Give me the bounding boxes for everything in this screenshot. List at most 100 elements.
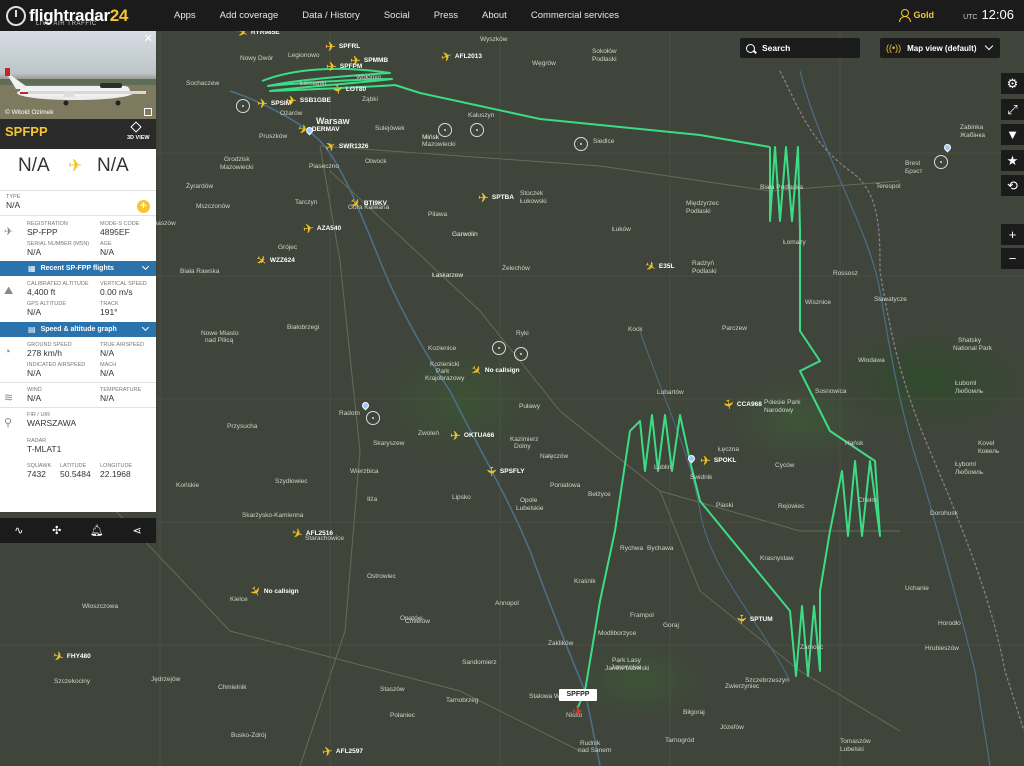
airplane-icon: ✈ (438, 47, 455, 66)
city-label: Sokołów (592, 48, 617, 55)
favorites-button[interactable]: ★ (1001, 150, 1024, 171)
city-label: Bychawa (647, 545, 674, 552)
aircraft-marker[interactable]: ✈ AFL2013 (438, 47, 482, 66)
clock-zone: UTC (963, 14, 978, 21)
radar-icon (6, 5, 26, 26)
nav-commercial-services[interactable]: Commercial services (531, 10, 619, 21)
aircraft-marker[interactable]: ✈ OKTUA66 (450, 429, 494, 442)
speed-altitude-graph-toggle[interactable]: ▤ Speed & altitude graph (0, 322, 156, 337)
map-view-dropdown[interactable]: ((•)) Map view (default) (880, 38, 1000, 58)
city-label: Zabinka (960, 124, 984, 131)
aircraft-marker[interactable]: ✈ DERMAV (296, 121, 340, 139)
airplane-icon: ✈ (733, 614, 749, 625)
aircraft-marker[interactable]: ✈ BTI9KV (346, 194, 387, 212)
route-icon[interactable]: ∿ (14, 524, 23, 537)
city-label: Radom (339, 410, 360, 417)
bell-icon[interactable]: 🔔︎ (90, 524, 104, 537)
indicated-airspeed-value: N/A (27, 368, 42, 378)
airplane-icon: ✈ (720, 397, 737, 412)
search-button[interactable]: Search (740, 38, 860, 58)
aircraft-marker[interactable]: ✈ LOT80 (329, 83, 366, 96)
aircraft-marker[interactable]: ✈ FHY480 (51, 648, 91, 666)
selected-aircraft-icon[interactable]: ✈ (572, 703, 584, 720)
aircraft-marker[interactable]: ✈ SPTUM (733, 613, 773, 626)
city-label: Grodzisk (224, 156, 250, 163)
nav-add-coverage[interactable]: Add coverage (220, 10, 279, 21)
city-label: Goraj (663, 622, 679, 629)
view-3d-button[interactable]: 3D VIEW (127, 135, 150, 141)
clock-time: 12:06 (981, 7, 1014, 22)
city-label: Ryki (516, 330, 529, 337)
aircraft-marker[interactable]: ✈ AFL2597 (321, 743, 363, 760)
city-label: Skarżysko-Kamienna (242, 512, 304, 519)
destination-airport: N/A (97, 155, 129, 176)
city-label: Zaklików (548, 640, 574, 647)
city-label: Skaryszew (373, 440, 405, 447)
zoom-out-button[interactable]: − (1001, 248, 1024, 269)
nav-apps[interactable]: Apps (174, 10, 196, 21)
nav-about[interactable]: About (482, 10, 507, 21)
city-label: Brest (905, 160, 921, 167)
aircraft-marker[interactable]: ✈ CCA968 (720, 397, 762, 412)
aircraft-marker[interactable]: ✈ SWR1326 (321, 137, 369, 156)
aircraft-marker[interactable]: ✈ SPSFLY (484, 465, 525, 478)
city-label: Park (436, 368, 450, 375)
city-label: Annopol (495, 600, 519, 607)
zoom-in-button[interactable]: + (1001, 224, 1024, 245)
selected-aircraft-label[interactable]: SPFPP (559, 689, 597, 701)
flightradar24-logo[interactable]: flightradar24 LIVE AIR TRAFFIC (6, 0, 164, 31)
city-label: Nałęczów (540, 453, 569, 460)
airport-marker[interactable] (686, 453, 697, 464)
city-label: Tarczyn (295, 199, 318, 206)
aircraft-marker[interactable]: ✈ SPFRL (325, 40, 360, 53)
close-icon[interactable]: ✕ (144, 32, 153, 45)
aircraft-callsign-label: No callsign (484, 367, 520, 374)
city-label: Janowskie (611, 664, 642, 671)
city-label: Zwierzyniec (725, 683, 760, 690)
recent-flights-toggle[interactable]: ▦ Recent SP-FPP flights (0, 261, 156, 276)
playback-button[interactable]: ⟲ (1001, 175, 1024, 196)
city-label: Polesie Park (764, 399, 801, 406)
city-label: Rossosz (833, 270, 858, 277)
aircraft-marker[interactable]: ✈ SPFPM (326, 60, 362, 73)
nav-social[interactable]: Social (384, 10, 410, 21)
cube-icon[interactable] (130, 121, 142, 133)
city-label: Ostrowiec (367, 573, 396, 580)
aircraft-callsign-label: SPSFLY (499, 468, 525, 475)
history-icon: ⟲ (1007, 177, 1018, 193)
age-value: N/A (100, 247, 115, 257)
city-label: Shatsky (958, 337, 982, 344)
airplane-icon: ✈ (321, 137, 339, 156)
city-label: Lubelskie (516, 505, 544, 512)
user-account-button[interactable]: Gold (898, 9, 934, 22)
track-value: 191° (100, 307, 118, 317)
airport-marker[interactable] (942, 142, 953, 153)
city-label: Park Lasy (612, 657, 641, 664)
nav-data-history[interactable]: Data / History (302, 10, 360, 21)
expand-photo-icon[interactable] (144, 108, 152, 116)
share-icon[interactable]: ⋖ (132, 524, 141, 537)
aircraft-marker[interactable]: ✈ E35L (642, 257, 674, 275)
aircraft-photo[interactable]: © Witold Ozimek ✕ (0, 31, 156, 119)
city-label: Opole (520, 497, 538, 504)
aircraft-marker[interactable]: ✈ SPOKL (700, 454, 736, 467)
fir-value: WARSZAWA (27, 418, 77, 428)
follow-icon[interactable]: ✣ (52, 524, 61, 537)
aircraft-marker[interactable]: ✈ SPTBA (478, 191, 514, 204)
fullscreen-button[interactable]: ⤢ (1001, 99, 1024, 120)
filter-button[interactable]: ▼ (1001, 124, 1024, 145)
city-label: Podlaski (692, 268, 717, 275)
airport-marker[interactable] (360, 400, 371, 411)
aircraft-marker[interactable]: ✈ RYR985E (234, 31, 280, 42)
aircraft-marker[interactable]: ✈ SSB1GBE (286, 94, 331, 107)
aircraft-marker[interactable]: ✈ No callsign (246, 583, 298, 600)
aircraft-marker[interactable]: ✈ AFL2516 (290, 525, 333, 543)
aircraft-marker[interactable]: ✈ AZA540 (302, 220, 341, 237)
add-info-button[interactable]: + (137, 200, 150, 213)
aircraft-marker[interactable]: ✈ No callsign (467, 361, 520, 379)
airport-pin-icon (942, 142, 953, 153)
settings-button[interactable]: ⚙ (1001, 73, 1024, 94)
nav-press[interactable]: Press (434, 10, 458, 21)
city-label: Dorohusk (930, 510, 958, 517)
aircraft-marker[interactable]: ✈ WZZ624 (252, 251, 294, 270)
